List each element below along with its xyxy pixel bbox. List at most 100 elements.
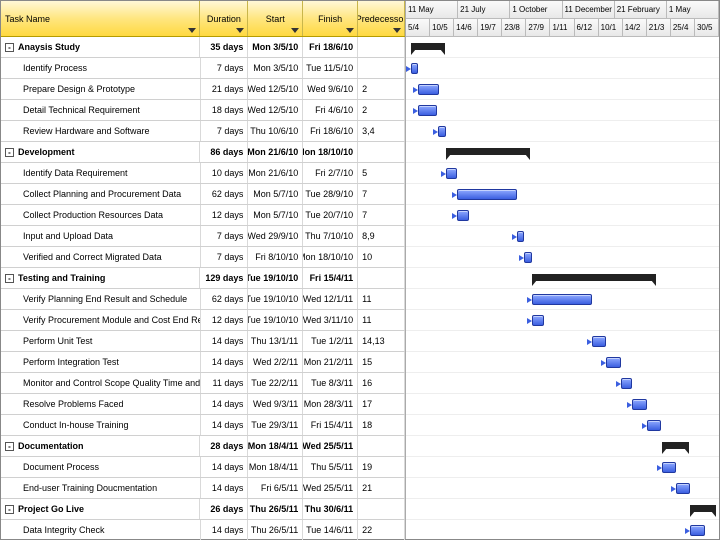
task-gantt-bar[interactable] bbox=[606, 357, 620, 368]
table-row[interactable]: End-user Training Doucmentation14 daysFr… bbox=[1, 478, 405, 499]
task-name-cell[interactable]: Document Process bbox=[1, 457, 201, 477]
start-cell[interactable]: Tue 19/10/10 bbox=[248, 310, 303, 330]
table-row[interactable]: Collect Planning and Procurement Data62 … bbox=[1, 184, 405, 205]
pred-cell[interactable]: 5 bbox=[358, 163, 405, 183]
sort-arrow-icon[interactable] bbox=[393, 28, 401, 33]
duration-cell[interactable]: 10 days bbox=[201, 163, 249, 183]
task-name-cell[interactable]: Verify Procurement Module and Cost End R… bbox=[1, 310, 201, 330]
table-row[interactable]: -Documentation28 daysMon 18/4/11Wed 25/5… bbox=[1, 436, 405, 457]
table-row[interactable]: Resolve Problems Faced14 daysWed 9/3/11M… bbox=[1, 394, 405, 415]
duration-cell[interactable]: 7 days bbox=[201, 58, 249, 78]
duration-cell[interactable]: 62 days bbox=[201, 289, 249, 309]
pred-cell[interactable]: 8,9 bbox=[358, 226, 405, 246]
pred-cell[interactable]: 7 bbox=[358, 205, 405, 225]
pred-cell[interactable]: 2 bbox=[358, 100, 405, 120]
task-name-cell[interactable]: Input and Upload Data bbox=[1, 226, 201, 246]
pred-cell[interactable]: 18 bbox=[358, 415, 405, 435]
pred-cell[interactable] bbox=[358, 499, 405, 519]
finish-cell[interactable]: Tue 11/5/10 bbox=[303, 58, 358, 78]
task-name-cell[interactable]: Verified and Correct Migrated Data bbox=[1, 247, 201, 267]
task-name-cell[interactable]: Conduct In-house Training bbox=[1, 415, 201, 435]
start-cell[interactable]: Wed 29/9/10 bbox=[248, 226, 303, 246]
collapse-toggle-icon[interactable]: - bbox=[5, 505, 14, 514]
start-cell[interactable]: Tue 29/3/11 bbox=[248, 415, 303, 435]
start-cell[interactable]: Wed 12/5/10 bbox=[248, 100, 303, 120]
task-gantt-bar[interactable] bbox=[438, 126, 446, 137]
task-name-cell[interactable]: -Anaysis Study bbox=[1, 37, 200, 57]
duration-cell[interactable]: 14 days bbox=[201, 478, 249, 498]
pred-cell[interactable]: 15 bbox=[358, 352, 405, 372]
task-name-cell[interactable]: End-user Training Doucmentation bbox=[1, 478, 201, 498]
task-gantt-bar[interactable] bbox=[524, 252, 532, 263]
task-gantt-bar[interactable] bbox=[632, 399, 646, 410]
task-gantt-bar[interactable] bbox=[532, 294, 592, 305]
table-row[interactable]: Monitor and Control Scope Quality Time a… bbox=[1, 373, 405, 394]
table-row[interactable]: Conduct In-house Training14 daysTue 29/3… bbox=[1, 415, 405, 436]
start-cell[interactable]: Wed 2/2/11 bbox=[248, 352, 303, 372]
finish-cell[interactable]: Tue 8/3/11 bbox=[303, 373, 358, 393]
table-row[interactable]: -Anaysis Study35 daysMon 3/5/10Fri 18/6/… bbox=[1, 37, 405, 58]
task-gantt-bar[interactable] bbox=[690, 525, 704, 536]
task-name-cell[interactable]: Detail Technical Requirement bbox=[1, 100, 201, 120]
pred-cell[interactable]: 21 bbox=[358, 478, 405, 498]
duration-cell[interactable]: 86 days bbox=[200, 142, 248, 162]
collapse-toggle-icon[interactable]: - bbox=[5, 43, 14, 52]
collapse-toggle-icon[interactable]: - bbox=[5, 274, 14, 283]
pred-cell[interactable] bbox=[358, 142, 405, 162]
column-header-start[interactable]: Start bbox=[248, 1, 303, 36]
start-cell[interactable]: Fri 6/5/11 bbox=[248, 478, 303, 498]
start-cell[interactable]: Tue 19/10/10 bbox=[248, 289, 303, 309]
table-row[interactable]: Identify Process7 daysMon 3/5/10Tue 11/5… bbox=[1, 58, 405, 79]
finish-cell[interactable]: Tue 1/2/11 bbox=[303, 331, 358, 351]
finish-cell[interactable]: Fri 18/6/10 bbox=[303, 121, 358, 141]
task-gantt-bar[interactable] bbox=[647, 420, 661, 431]
task-name-cell[interactable]: -Testing and Training bbox=[1, 268, 200, 288]
start-cell[interactable]: Thu 10/6/10 bbox=[248, 121, 303, 141]
sort-arrow-icon[interactable] bbox=[236, 28, 244, 33]
pred-cell[interactable]: 17 bbox=[358, 394, 405, 414]
start-cell[interactable]: Mon 3/5/10 bbox=[248, 37, 303, 57]
finish-cell[interactable]: Wed 9/6/10 bbox=[303, 79, 358, 99]
start-cell[interactable]: Wed 12/5/10 bbox=[248, 79, 303, 99]
finish-cell[interactable]: Tue 28/9/10 bbox=[303, 184, 358, 204]
start-cell[interactable]: Mon 18/4/11 bbox=[248, 436, 303, 456]
pred-cell[interactable] bbox=[358, 268, 405, 288]
start-cell[interactable]: Tue 19/10/10 bbox=[248, 268, 303, 288]
finish-cell[interactable]: Thu 30/6/11 bbox=[303, 499, 358, 519]
table-row[interactable]: Verified and Correct Migrated Data7 days… bbox=[1, 247, 405, 268]
task-gantt-bar[interactable] bbox=[418, 105, 436, 116]
table-row[interactable]: Data Integrity Check14 daysThu 26/5/11Tu… bbox=[1, 520, 405, 540]
duration-cell[interactable]: 14 days bbox=[201, 352, 249, 372]
pred-cell[interactable]: 14,13 bbox=[358, 331, 405, 351]
summary-gantt-bar[interactable] bbox=[446, 148, 530, 155]
start-cell[interactable]: Mon 5/7/10 bbox=[248, 184, 303, 204]
duration-cell[interactable]: 14 days bbox=[201, 331, 249, 351]
task-gantt-bar[interactable] bbox=[457, 210, 469, 221]
finish-cell[interactable]: Thu 7/10/10 bbox=[303, 226, 358, 246]
pred-cell[interactable]: 11 bbox=[358, 289, 405, 309]
start-cell[interactable]: Thu 13/1/11 bbox=[248, 331, 303, 351]
pred-cell[interactable]: 16 bbox=[358, 373, 405, 393]
duration-cell[interactable]: 14 days bbox=[201, 394, 249, 414]
task-name-cell[interactable]: -Documentation bbox=[1, 436, 200, 456]
duration-cell[interactable]: 14 days bbox=[201, 520, 249, 540]
task-gantt-bar[interactable] bbox=[418, 84, 439, 95]
pred-cell[interactable]: 3,4 bbox=[358, 121, 405, 141]
task-name-cell[interactable]: -Project Go Live bbox=[1, 499, 200, 519]
start-cell[interactable]: Thu 26/5/11 bbox=[248, 499, 303, 519]
finish-cell[interactable]: Wed 3/11/10 bbox=[303, 310, 358, 330]
finish-cell[interactable]: Fri 2/7/10 bbox=[303, 163, 358, 183]
pred-cell[interactable]: 22 bbox=[358, 520, 405, 540]
finish-cell[interactable]: Tue 20/7/10 bbox=[303, 205, 358, 225]
duration-cell[interactable]: 12 days bbox=[201, 205, 249, 225]
task-name-cell[interactable]: Resolve Problems Faced bbox=[1, 394, 201, 414]
table-row[interactable]: -Development86 daysMon 21/6/10Mon 18/10/… bbox=[1, 142, 405, 163]
finish-cell[interactable]: Fri 18/6/10 bbox=[303, 37, 358, 57]
finish-cell[interactable]: Fri 15/4/11 bbox=[303, 268, 358, 288]
table-row[interactable]: Detail Technical Requirement18 daysWed 1… bbox=[1, 100, 405, 121]
pred-cell[interactable] bbox=[358, 436, 405, 456]
table-row[interactable]: Verify Planning End Result and Schedule6… bbox=[1, 289, 405, 310]
start-cell[interactable]: Fri 8/10/10 bbox=[248, 247, 303, 267]
finish-cell[interactable]: Tue 14/6/11 bbox=[303, 520, 358, 540]
start-cell[interactable]: Mon 18/4/11 bbox=[248, 457, 303, 477]
